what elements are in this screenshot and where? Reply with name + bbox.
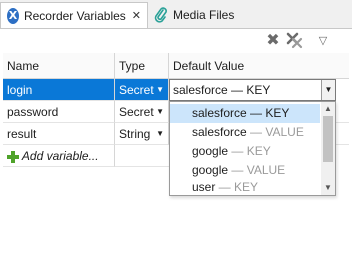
option-separator: — [215, 180, 235, 194]
type-value: Secret [119, 83, 154, 97]
cell-type[interactable]: Secret ▼ [115, 79, 169, 101]
option-value: google [192, 144, 229, 158]
option-value: salesforce [192, 106, 247, 120]
dropdown-option[interactable]: user — KEY [170, 180, 320, 195]
dropdown-option[interactable]: salesforce — KEY [170, 104, 320, 123]
tab-label: Media Files [173, 8, 235, 22]
type-value: Secret [119, 105, 154, 119]
option-value: salesforce [192, 125, 247, 139]
dropdown-option[interactable]: google — VALUE [170, 161, 320, 180]
cell-name[interactable]: password [3, 101, 115, 123]
cell-name[interactable]: login [3, 79, 115, 101]
option-kind: KEY [234, 180, 259, 194]
option-kind: KEY [265, 106, 290, 120]
column-header-default-value[interactable]: Default Value [169, 53, 349, 79]
dropdown-option[interactable]: google — KEY [170, 142, 320, 161]
add-variable-label: Add variable... [21, 149, 99, 163]
combo-dropdown-button[interactable]: ▼ [321, 80, 335, 100]
delete-all-icon[interactable] [285, 31, 303, 49]
scroll-down-icon[interactable]: ▼ [321, 182, 335, 194]
combo-arrow-icon[interactable]: ▼ [156, 123, 164, 144]
dropdown-scrollbar[interactable]: ▲ ▼ [321, 102, 335, 195]
cell-type[interactable]: String ▼ [115, 123, 169, 145]
column-header-type[interactable]: Type [115, 53, 169, 79]
cell-empty [115, 145, 169, 167]
default-value-dropdown: salesforce — KEY salesforce — VALUE goog… [169, 101, 336, 196]
close-icon[interactable]: ✕ [132, 9, 141, 22]
scroll-up-icon[interactable]: ▲ [321, 103, 335, 115]
option-separator: — [246, 106, 266, 120]
dropdown-option[interactable]: salesforce — VALUE [170, 123, 320, 142]
option-value: user [192, 180, 216, 194]
combo-arrow-icon[interactable]: ▼ [156, 101, 164, 122]
option-kind: VALUE [246, 163, 286, 177]
recorder-icon: X [7, 7, 19, 24]
option-separator: — [228, 144, 247, 158]
option-separator: — [228, 163, 247, 177]
option-value: google [192, 163, 229, 177]
tab-media-files[interactable]: Media Files [148, 3, 268, 27]
default-value-text: salesforce — KEY [173, 83, 271, 97]
cell-type[interactable]: Secret ▼ [115, 101, 169, 123]
view-menu-chevron-icon[interactable]: ▽ [314, 31, 332, 49]
tab-recorder-variables[interactable]: X Recorder Variables ✕ [0, 2, 148, 28]
tab-label: Recorder Variables [23, 8, 126, 23]
delete-icon[interactable]: ✖ [264, 31, 282, 49]
type-value: String [119, 127, 151, 141]
add-variable-button[interactable]: Add variable... [3, 145, 115, 167]
default-value-combo[interactable]: salesforce — KEY ▼ [169, 79, 336, 101]
option-kind: VALUE [265, 125, 304, 139]
paperclip-icon [154, 7, 168, 23]
cell-name[interactable]: result [3, 123, 115, 145]
option-kind: KEY [246, 144, 271, 158]
scrollbar-thumb[interactable] [323, 116, 333, 162]
add-icon [7, 150, 19, 163]
combo-arrow-icon[interactable]: ▼ [156, 79, 164, 100]
option-separator: — [246, 125, 266, 139]
column-header-name[interactable]: Name [3, 53, 115, 79]
